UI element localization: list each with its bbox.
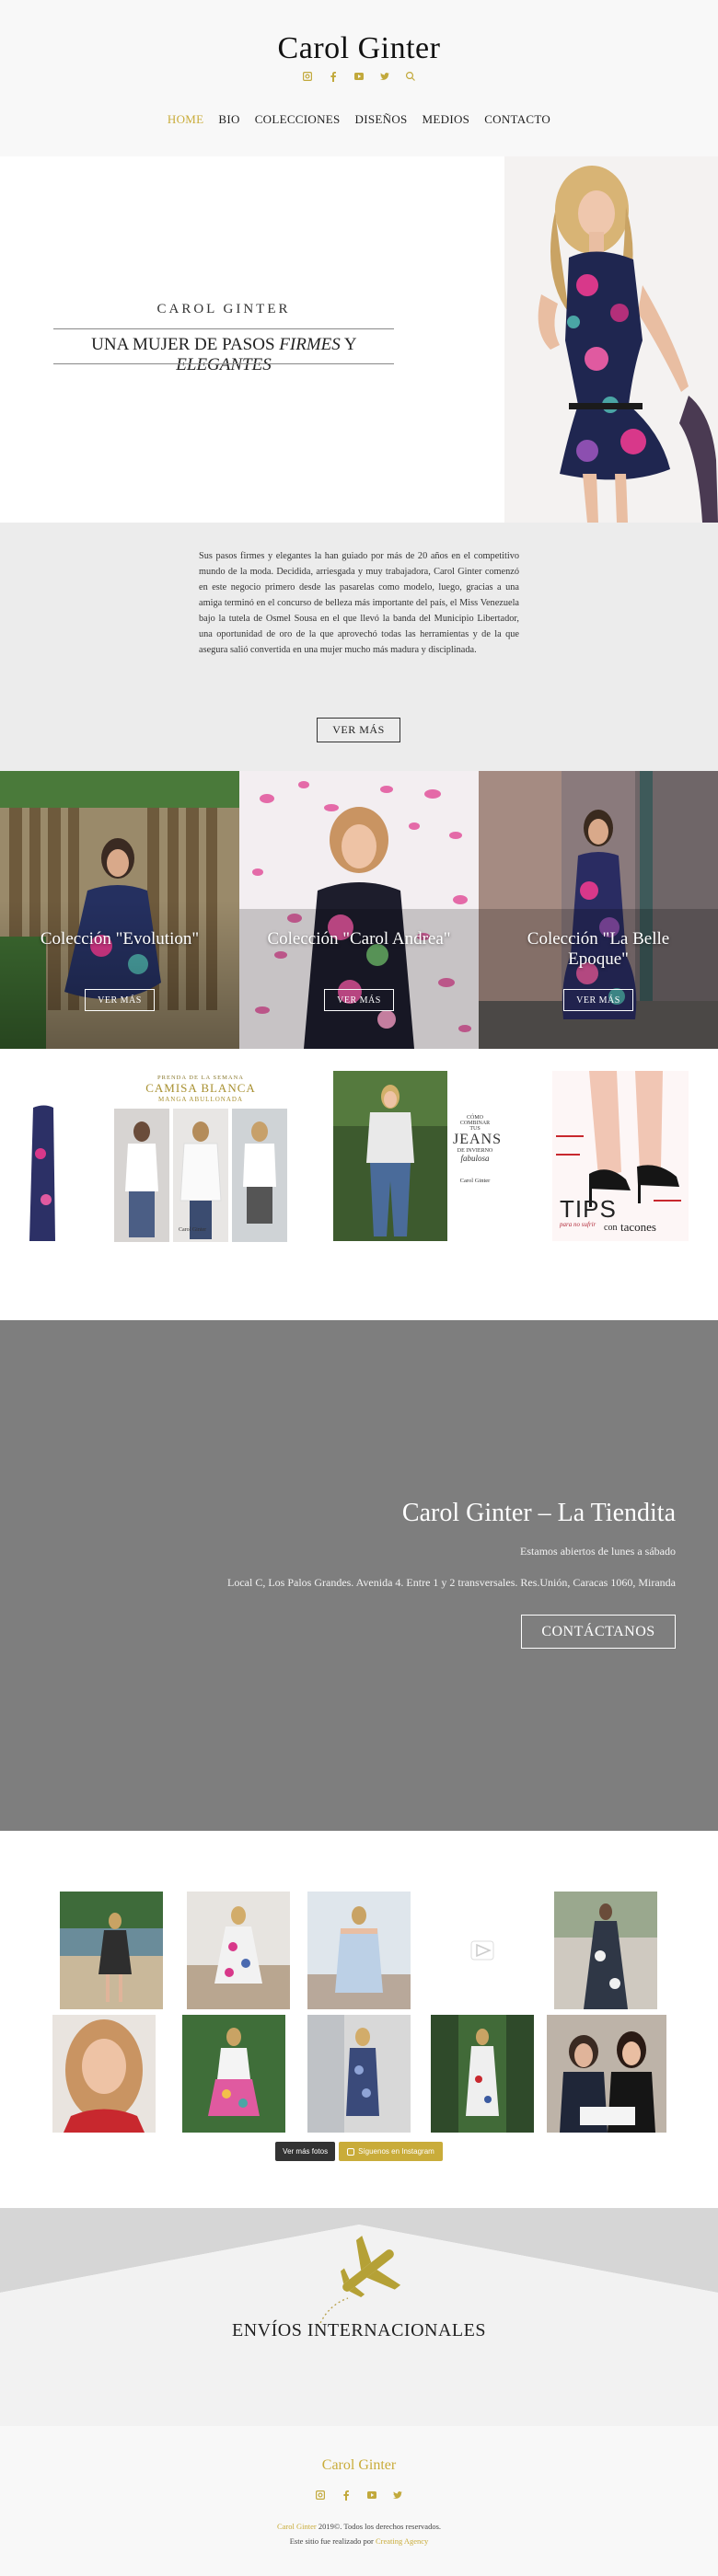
- intro-section: Sus pasos firmes y elegantes la han guia…: [0, 523, 718, 771]
- collection-title: Colección "La Belle Epoque": [527, 929, 670, 969]
- site-title[interactable]: Carol Ginter: [0, 31, 718, 66]
- footer-credit-text: Este sitio fue realizado por: [289, 2536, 376, 2546]
- nav-item-medios[interactable]: Medios: [423, 112, 470, 127]
- collection-ver-mas-button[interactable]: VER MÁS: [324, 989, 394, 1011]
- collection-card-carol-andrea[interactable]: Colección "Carol Andrea" VER MÁS: [239, 771, 479, 1049]
- collection-card-evolution[interactable]: Colección "Evolution" VER MÁS: [0, 771, 239, 1049]
- tagline-part: Y: [340, 335, 356, 354]
- footer-social-row: [0, 2489, 718, 2501]
- tagline-part: UNA MUJER DE PASOS: [91, 335, 280, 354]
- instagram-icon[interactable]: [301, 70, 314, 83]
- instagram-photo[interactable]: [187, 1892, 290, 2009]
- hero-divider-top: [53, 328, 394, 329]
- brand-watermark: Carol Ginter: [459, 1178, 491, 1184]
- footer-brand-link[interactable]: Carol Ginter: [277, 2522, 317, 2531]
- collection-ver-mas-button[interactable]: VER MÁS: [563, 989, 633, 1011]
- tagline-emphasis: ELEGANTES: [176, 355, 272, 374]
- jeans-title: JEANS: [453, 1132, 503, 1147]
- carousel-item-jeans[interactable]: CÓMO COMBINAR TUS JEANS DE INVIERNO fabu…: [333, 1071, 503, 1241]
- site-footer: Carol Ginter Carol Ginter 2019©. Todos l…: [0, 2426, 718, 2576]
- camisa-collage-photo: [114, 1109, 287, 1242]
- instagram-more-button[interactable]: Ver más fotos: [275, 2142, 336, 2161]
- footer-copyright: Carol Ginter 2019©. Todos los derechos r…: [0, 2522, 718, 2531]
- blog-carousel: PRENDA DE LA SEMANA CAMISA BLANCA MANGA …: [0, 1049, 718, 1320]
- brand-watermark: Carol Ginter: [179, 1227, 207, 1233]
- twitter-icon[interactable]: [378, 70, 391, 83]
- intro-text: Sus pasos firmes y elegantes la han guia…: [199, 551, 519, 655]
- search-icon[interactable]: [404, 70, 417, 83]
- tiendita-section: Carol Ginter – La Tiendita Estamos abier…: [0, 1320, 718, 1831]
- collection-title: Colección "Evolution": [40, 929, 200, 949]
- collections-section: Colección "Evolution" VER MÁS Colección …: [0, 771, 718, 1049]
- hero-divider-bottom: [53, 363, 394, 364]
- camisa-title: CAMISA BLANCA: [145, 1081, 256, 1095]
- main-nav: Home Bio Colecciones Diseños Medios Cont…: [0, 112, 718, 127]
- instagram-follow-label: Síguenos en Instagram: [358, 2147, 434, 2156]
- hero-tagline: UNA MUJER DE PASOS FIRMES Y ELEGANTES: [53, 335, 394, 375]
- youtube-icon[interactable]: [365, 2489, 378, 2501]
- jeans-line: fabulosa: [460, 1154, 490, 1163]
- intro-ver-mas-button[interactable]: VER MÁS: [317, 718, 400, 742]
- hero-name: CAROL GINTER: [156, 302, 291, 316]
- instagram-video-placeholder[interactable]: [431, 1892, 534, 2009]
- instagram-actions: Ver más fotos Síguenos en Instagram: [0, 2142, 718, 2161]
- footer-agency-link[interactable]: Creating Agency: [376, 2536, 428, 2546]
- jeans-photo: [333, 1071, 447, 1241]
- hero-section: CAROL GINTER UNA MUJER DE PASOS FIRMES Y…: [0, 156, 718, 523]
- instagram-photo[interactable]: [431, 2015, 534, 2133]
- footer-credit: Este sitio fue realizado por Creating Ag…: [0, 2536, 718, 2546]
- tips-con: con: [604, 1223, 618, 1233]
- instagram-photo[interactable]: [182, 2015, 285, 2133]
- tagline-emphasis: FIRMES: [279, 335, 341, 354]
- nav-item-disenos[interactable]: Diseños: [355, 112, 408, 127]
- collection-card-la-belle-epoque[interactable]: Colección "La Belle Epoque" VER MÁS: [479, 771, 718, 1049]
- tips-sub: para no sufrir: [560, 1221, 596, 1228]
- footer-copyright-text: 2019©. Todos los derechos reservados.: [316, 2522, 442, 2531]
- tips-word: TIPS: [560, 1195, 617, 1223]
- instagram-icon[interactable]: [314, 2489, 327, 2501]
- instagram-photo[interactable]: [547, 2015, 666, 2133]
- instagram-icon: [347, 2147, 355, 2156]
- instagram-feed: Ver más fotos Síguenos en Instagram: [0, 1831, 718, 2208]
- jeans-text-block: CÓMO COMBINAR TUS JEANS DE INVIERNO fabu…: [453, 1115, 503, 1184]
- tiendita-hours: Estamos abiertos de lunes a sábado: [520, 1545, 676, 1558]
- collection-title: Colección "Carol Andrea": [267, 929, 451, 949]
- shipping-section: ENVÍOS INTERNACIONALES: [0, 2208, 718, 2426]
- shipping-title: ENVÍOS INTERNACIONALES: [232, 2320, 486, 2340]
- instagram-photo[interactable]: [52, 2015, 156, 2133]
- instagram-photo[interactable]: [554, 1892, 657, 2009]
- carousel-item-camisa-blanca[interactable]: PRENDA DE LA SEMANA CAMISA BLANCA MANGA …: [114, 1071, 287, 1242]
- tiendita-title: Carol Ginter – La Tiendita: [401, 1499, 676, 1527]
- collection-ver-mas-button[interactable]: VER MÁS: [85, 989, 155, 1011]
- footer-title[interactable]: Carol Ginter: [0, 2457, 718, 2474]
- carousel-item-tips-tacones[interactable]: TIPS para no sufrir con tacones: [552, 1071, 689, 1241]
- instagram-photo[interactable]: [307, 2015, 411, 2133]
- carousel-item-partial[interactable]: [26, 1071, 55, 1241]
- nav-item-colecciones[interactable]: Colecciones: [255, 112, 341, 127]
- youtube-icon[interactable]: [353, 70, 365, 83]
- contactanos-button[interactable]: CONTÁCTANOS: [521, 1615, 676, 1649]
- site-header: Carol Ginter Home Bio Colecciones Diseño…: [0, 0, 718, 156]
- nav-item-home[interactable]: Home: [168, 112, 203, 127]
- nav-item-bio[interactable]: Bio: [218, 112, 239, 127]
- twitter-icon[interactable]: [391, 2489, 404, 2501]
- camisa-subtitle: MANGA ABULLONADA: [157, 1096, 244, 1103]
- tips-tacones: tacones: [620, 1220, 656, 1234]
- nav-item-contacto[interactable]: Contacto: [484, 112, 550, 127]
- hero-model-photo: [504, 156, 718, 523]
- facebook-icon[interactable]: [340, 2489, 353, 2501]
- header-social-row: [0, 70, 718, 83]
- tiendita-address: Local C, Los Palos Grandes. Avenida 4. E…: [227, 1576, 676, 1589]
- instagram-photo[interactable]: [60, 1892, 163, 2009]
- instagram-photo[interactable]: [307, 1892, 411, 2009]
- facebook-icon[interactable]: [327, 70, 340, 83]
- instagram-follow-button[interactable]: Síguenos en Instagram: [339, 2142, 443, 2161]
- airplane-icon: [319, 2236, 401, 2324]
- camisa-kicker: PRENDA DE LA SEMANA: [157, 1075, 244, 1081]
